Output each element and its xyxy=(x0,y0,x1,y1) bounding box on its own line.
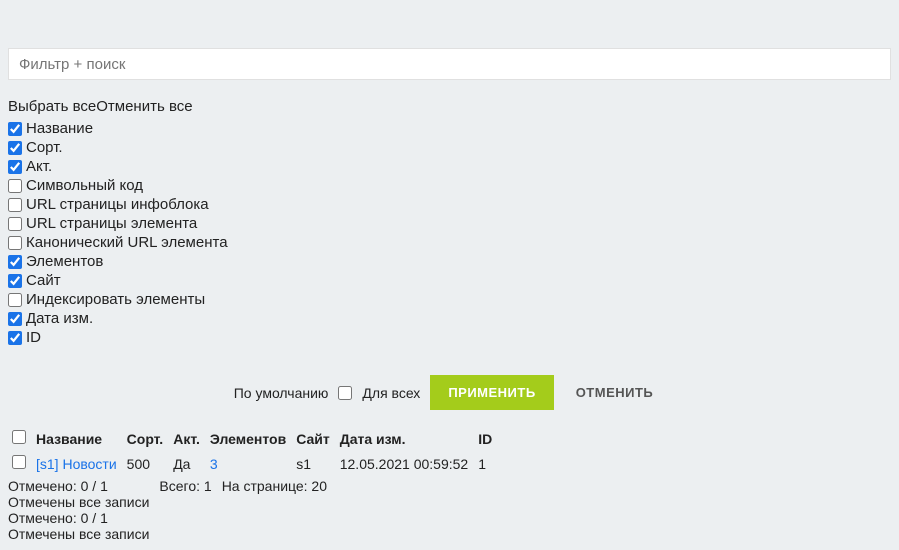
column-checkbox-row: Символьный код xyxy=(8,176,891,195)
select-all-link[interactable]: Выбрать все xyxy=(8,98,96,115)
row-modified: 12.05.2021 00:59:52 xyxy=(336,453,474,474)
selected-count: Отмечено: 0 / 1 xyxy=(8,478,149,494)
column-checkbox[interactable] xyxy=(8,255,22,269)
total-count: Всего: 1 xyxy=(159,478,211,494)
col-modified[interactable]: Дата изм. xyxy=(336,428,474,453)
col-site[interactable]: Сайт xyxy=(292,428,336,453)
col-elements[interactable]: Элементов xyxy=(206,428,292,453)
col-active[interactable]: Акт. xyxy=(169,428,206,453)
column-checkbox-list: Название Сорт. Акт. Символьный код URL стран… xyxy=(8,119,891,347)
select-links: Выбрать всеОтменить все xyxy=(8,98,891,115)
column-checkbox-row: Элементов xyxy=(8,252,891,271)
for-all-checkbox[interactable] xyxy=(338,386,352,400)
column-checkbox-label: Название xyxy=(26,120,93,137)
all-selected-label: Отмечены все записи xyxy=(8,494,149,510)
column-checkbox[interactable] xyxy=(8,274,22,288)
column-checkbox-label: Сайт xyxy=(26,272,61,289)
column-checkbox-label: URL страницы инфоблока xyxy=(26,196,209,213)
row-id: 1 xyxy=(474,453,498,474)
select-all-rows-checkbox[interactable] xyxy=(12,430,26,444)
column-checkbox-row: ID xyxy=(8,328,891,347)
row-select-checkbox[interactable] xyxy=(12,455,26,469)
for-all-label: Для всех xyxy=(362,385,420,401)
actions-row: По умолчанию Для всех Применить Отменить xyxy=(8,375,891,410)
column-checkbox-row: URL страницы элемента xyxy=(8,214,891,233)
column-checkbox-label: ID xyxy=(26,329,41,346)
column-checkbox[interactable] xyxy=(8,217,22,231)
cancel-button[interactable]: Отменить xyxy=(564,375,666,410)
column-checkbox-row: Дата изм. xyxy=(8,309,891,328)
apply-button[interactable]: Применить xyxy=(430,375,553,410)
deselect-all-link[interactable]: Отменить все xyxy=(96,98,192,115)
default-label: По умолчанию xyxy=(234,385,329,401)
column-checkbox-row: Сайт xyxy=(8,271,891,290)
col-name[interactable]: Название xyxy=(32,428,123,453)
column-checkbox[interactable] xyxy=(8,198,22,212)
column-checkbox-label: Акт. xyxy=(26,158,52,175)
column-checkbox-label: Индексировать элементы xyxy=(26,291,205,308)
row-elements-link[interactable]: 3 xyxy=(206,453,292,474)
column-checkbox[interactable] xyxy=(8,122,22,136)
row-name-link[interactable]: [s1] Новости xyxy=(32,453,123,474)
per-page-label[interactable]: На странице: 20 xyxy=(222,478,327,494)
column-checkbox[interactable] xyxy=(8,141,22,155)
column-checkbox-label: Дата изм. xyxy=(26,310,93,327)
column-checkbox[interactable] xyxy=(8,312,22,326)
column-checkbox[interactable] xyxy=(8,179,22,193)
table-header-row: Название Сорт. Акт. Элементов Сайт Дата … xyxy=(8,428,498,453)
column-checkbox[interactable] xyxy=(8,160,22,174)
column-checkbox-row: Канонический URL элемента xyxy=(8,233,891,252)
table-footer: Отмечено: 0 / 1 Отмечены все записи Всег… xyxy=(8,478,891,542)
table-row[interactable]: [s1] Новости 500 Да 3 s1 12.05.2021 00:5… xyxy=(8,453,498,474)
column-checkbox-row: URL страницы инфоблока xyxy=(8,195,891,214)
column-checkbox[interactable] xyxy=(8,331,22,345)
column-checkbox-label: Элементов xyxy=(26,253,103,270)
data-table: Название Сорт. Акт. Элементов Сайт Дата … xyxy=(8,428,498,474)
column-checkbox-label: URL страницы элемента xyxy=(26,215,197,232)
column-checkbox-row: Индексировать элементы xyxy=(8,290,891,309)
column-checkbox[interactable] xyxy=(8,236,22,250)
column-checkbox-label: Сорт. xyxy=(26,139,63,156)
column-checkbox-row: Название xyxy=(8,119,891,138)
row-sort: 500 xyxy=(123,453,170,474)
column-checkbox[interactable] xyxy=(8,293,22,307)
col-id[interactable]: ID xyxy=(474,428,498,453)
row-active: Да xyxy=(169,453,206,474)
column-checkbox-label: Символьный код xyxy=(26,177,143,194)
row-site: s1 xyxy=(292,453,336,474)
column-checkbox-label: Канонический URL элемента xyxy=(26,234,228,251)
filter-bar xyxy=(8,48,891,80)
filter-search-input[interactable] xyxy=(9,49,890,79)
column-checkbox-row: Сорт. xyxy=(8,138,891,157)
selected-count-2: Отмечено: 0 / 1 xyxy=(8,510,891,526)
column-checkbox-row: Акт. xyxy=(8,157,891,176)
col-sort[interactable]: Сорт. xyxy=(123,428,170,453)
